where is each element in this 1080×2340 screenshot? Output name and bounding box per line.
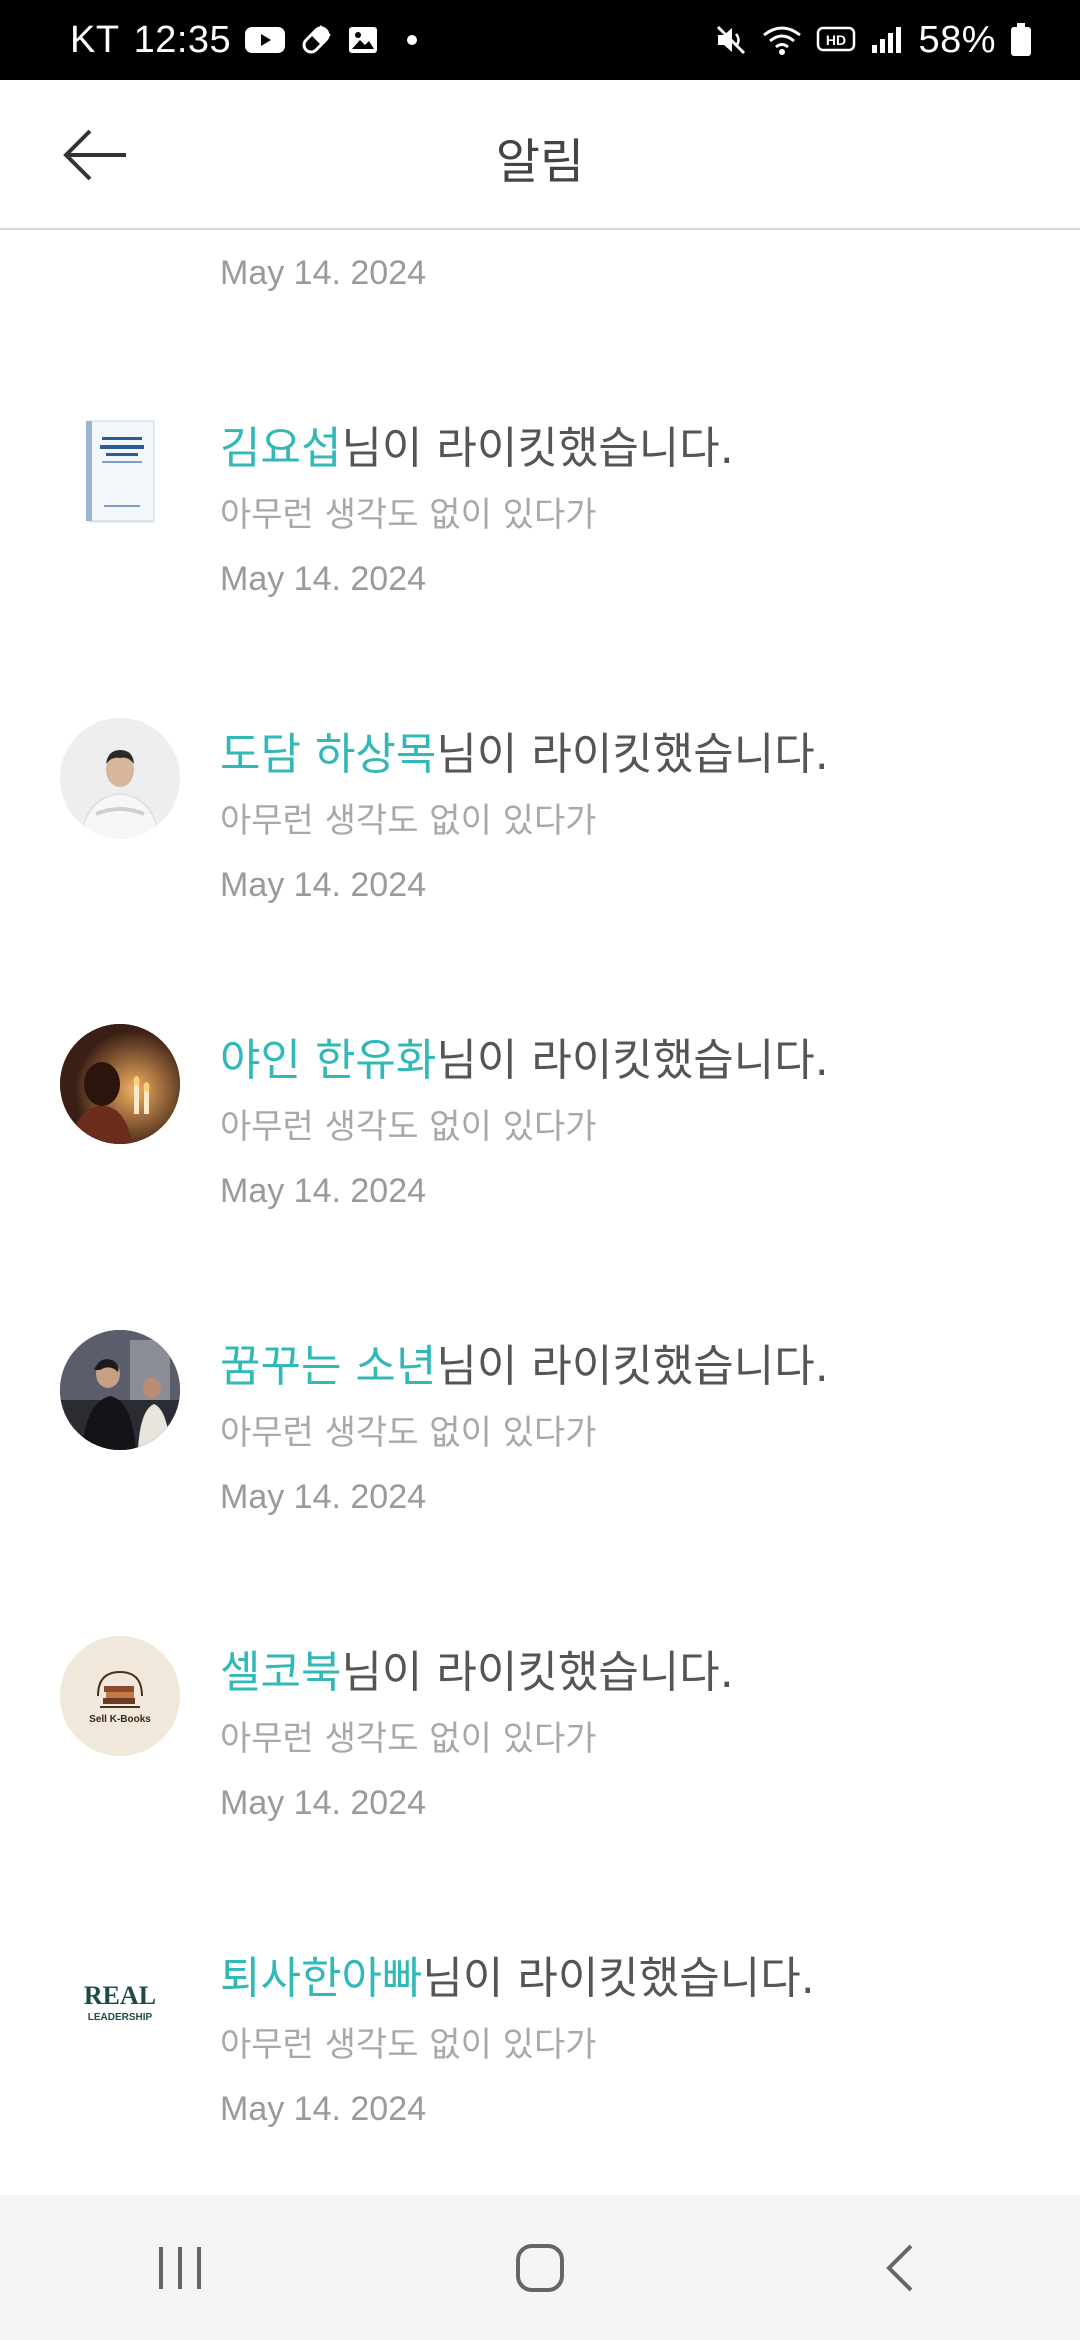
- home-icon: [516, 2243, 564, 2292]
- avatar-logo-text: Sell K-Books: [89, 1714, 151, 1725]
- notification-text: 셀코북님이 라이킷했습니다.: [220, 1636, 734, 1700]
- user-name-link[interactable]: 셀코북: [220, 1647, 341, 1698]
- notification-date: May 14. 2024: [220, 1784, 427, 1822]
- user-name-link[interactable]: 김요섭: [220, 423, 341, 474]
- system-nav-bar: [0, 2195, 1080, 2340]
- article-title: 아무런 생각도 없이 있다가: [220, 1413, 597, 1453]
- article-title: 아무런 생각도 없이 있다가: [220, 801, 597, 841]
- gallery-icon: [347, 24, 379, 56]
- wifi-icon: [762, 23, 802, 57]
- notification-suffix: 님이 라이킷했습니다.: [422, 1953, 815, 2004]
- user-name-link[interactable]: 꿈꾸는 소년: [220, 1341, 436, 1392]
- notification-suffix: 님이 라이킷했습니다.: [436, 1035, 829, 1086]
- clock: 12:35: [133, 18, 232, 61]
- notification-text: 꿈꾸는 소년님이 라이킷했습니다.: [220, 1330, 829, 1394]
- notification-suffix: 님이 라이킷했습니다.: [436, 1341, 829, 1392]
- notification-item[interactable]: 꿈꾸는 소년님이 라이킷했습니다. 아무런 생각도 없이 있다가 May 14.…: [0, 1330, 1080, 1630]
- back-icon: [886, 2244, 913, 2291]
- avatar-logo-subtext: LEADERSHIP: [88, 2012, 153, 2023]
- notification-suffix: 님이 라이킷했습니다.: [341, 423, 734, 474]
- article-title: 아무런 생각도 없이 있다가: [220, 495, 597, 535]
- home-button[interactable]: [480, 2218, 600, 2318]
- avatar: Sell K-Books: [60, 1636, 180, 1756]
- notification-text: 야인 한유화님이 라이킷했습니다.: [220, 1024, 829, 1088]
- notification-suffix: 님이 라이킷했습니다.: [341, 1647, 734, 1698]
- status-bar: KT 12:35 HD 58%: [0, 0, 1080, 80]
- recent-apps-icon: [159, 2246, 201, 2289]
- pill-icon: [299, 23, 333, 57]
- notification-text: 도담 하상목님이 라이킷했습니다.: [220, 718, 829, 782]
- notification-item[interactable]: Sell K-Books 셀코북님이 라이킷했습니다. 아무런 생각도 없이 있…: [0, 1636, 1080, 1936]
- notification-item[interactable]: 김요섭님이 라이킷했습니다. 아무런 생각도 없이 있다가 May 14. 20…: [0, 412, 1080, 712]
- avatar: [60, 718, 180, 838]
- recent-apps-button[interactable]: [120, 2218, 240, 2318]
- signal-icon: [870, 25, 904, 55]
- user-name-link[interactable]: 도담 하상목: [220, 729, 436, 780]
- notification-dot-icon: [407, 35, 418, 45]
- system-back-button[interactable]: [840, 2218, 960, 2318]
- notification-text: 김요섭님이 라이킷했습니다.: [220, 412, 734, 476]
- notification-suffix: 님이 라이킷했습니다.: [436, 729, 829, 780]
- notification-text: 퇴사한아빠님이 라이킷했습니다.: [220, 1942, 815, 2006]
- notification-date: May 14. 2024: [220, 2090, 427, 2128]
- page-title: 알림: [495, 134, 585, 190]
- article-title: 아무런 생각도 없이 있다가: [220, 2025, 597, 2065]
- svg-text:HD: HD: [826, 32, 846, 48]
- notification-date: May 14. 2024: [220, 1172, 427, 1210]
- hd-icon: HD: [816, 25, 856, 55]
- avatar: [60, 412, 180, 532]
- avatar: [60, 1330, 180, 1450]
- user-name-link[interactable]: 퇴사한아빠: [220, 1953, 422, 2004]
- notification-date: May 14. 2024: [220, 560, 427, 598]
- partial-item-date: May 14. 2024: [220, 254, 427, 292]
- article-title: 아무런 생각도 없이 있다가: [220, 1107, 597, 1147]
- carrier-label: KT: [70, 18, 120, 61]
- avatar-logo-text: REAL: [84, 1981, 156, 2010]
- notification-item[interactable]: 도담 하상목님이 라이킷했습니다. 아무런 생각도 없이 있다가 May 14.…: [0, 718, 1080, 1018]
- notification-date: May 14. 2024: [220, 866, 427, 904]
- status-bar-left: KT 12:35: [70, 18, 418, 62]
- mute-icon: [714, 23, 748, 57]
- article-title: 아무런 생각도 없이 있다가: [220, 1719, 597, 1759]
- youtube-icon: [245, 25, 286, 55]
- avatar: [60, 1024, 180, 1144]
- notification-date: May 14. 2024: [220, 1478, 427, 1516]
- battery-percent: 58%: [918, 18, 996, 61]
- user-name-link[interactable]: 야인 한유화: [220, 1035, 436, 1086]
- status-bar-right: HD 58%: [714, 19, 1032, 62]
- notification-item[interactable]: 야인 한유화님이 라이킷했습니다. 아무런 생각도 없이 있다가 May 14.…: [0, 1024, 1080, 1324]
- app-header: 알림: [0, 80, 1080, 230]
- avatar: REAL LEADERSHIP: [60, 1942, 180, 2062]
- battery-icon: [1010, 23, 1032, 57]
